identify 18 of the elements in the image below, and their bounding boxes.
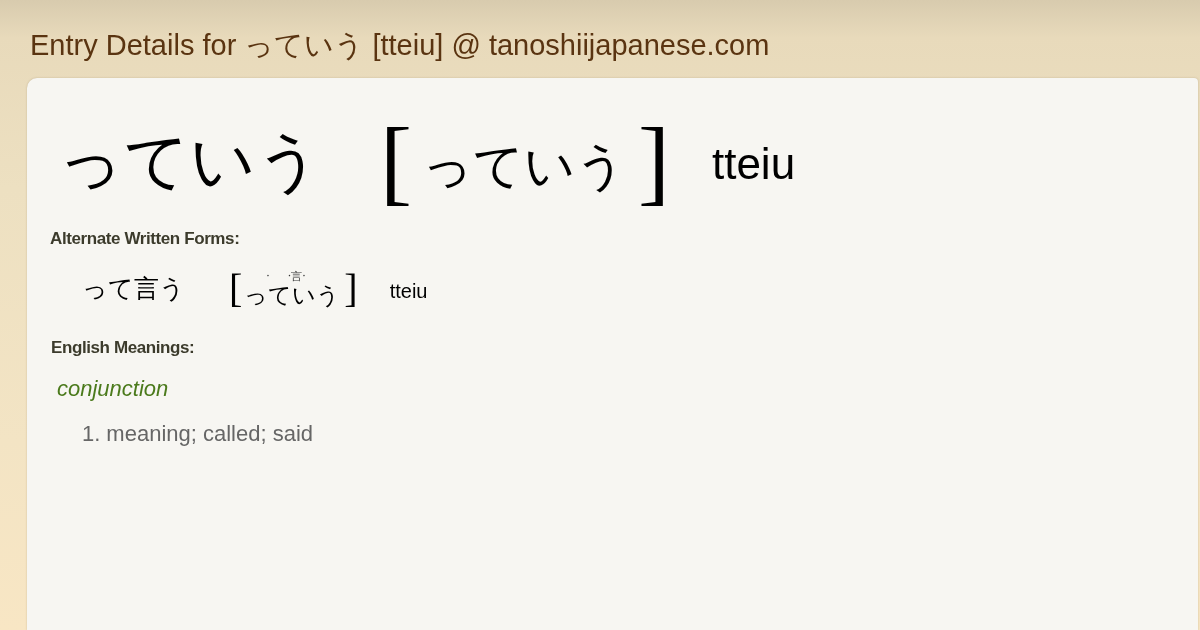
alternate-romaji: tteiu: [389, 280, 428, 301]
bracket-text: ]: [344, 268, 358, 309]
alternate-reading: っていう: [244, 283, 341, 307]
reading-mark: ·言·: [287, 270, 306, 282]
entry-word: っていう: [58, 129, 322, 193]
bracket-text: [: [229, 268, 243, 309]
entry-romaji: tteiu: [711, 142, 796, 186]
part-of-speech: conjunction: [57, 375, 169, 403]
section-heading: English Meanings:: [51, 336, 195, 359]
reading-mark: ·: [266, 270, 270, 282]
bracket-text: [: [380, 113, 412, 209]
page-title: Entry Details for っていう [tteiu] @ tanoshiijapanese.com: [30, 30, 770, 60]
alternate-word: って言う: [82, 276, 185, 301]
bracket-text: ]: [637, 113, 670, 209]
sense-text: meaning; called; said: [106, 420, 314, 448]
sense-number: 1.: [82, 420, 101, 448]
entry-reading: っていう: [421, 141, 626, 191]
section-heading: Alternate Written Forms:: [50, 228, 240, 250]
